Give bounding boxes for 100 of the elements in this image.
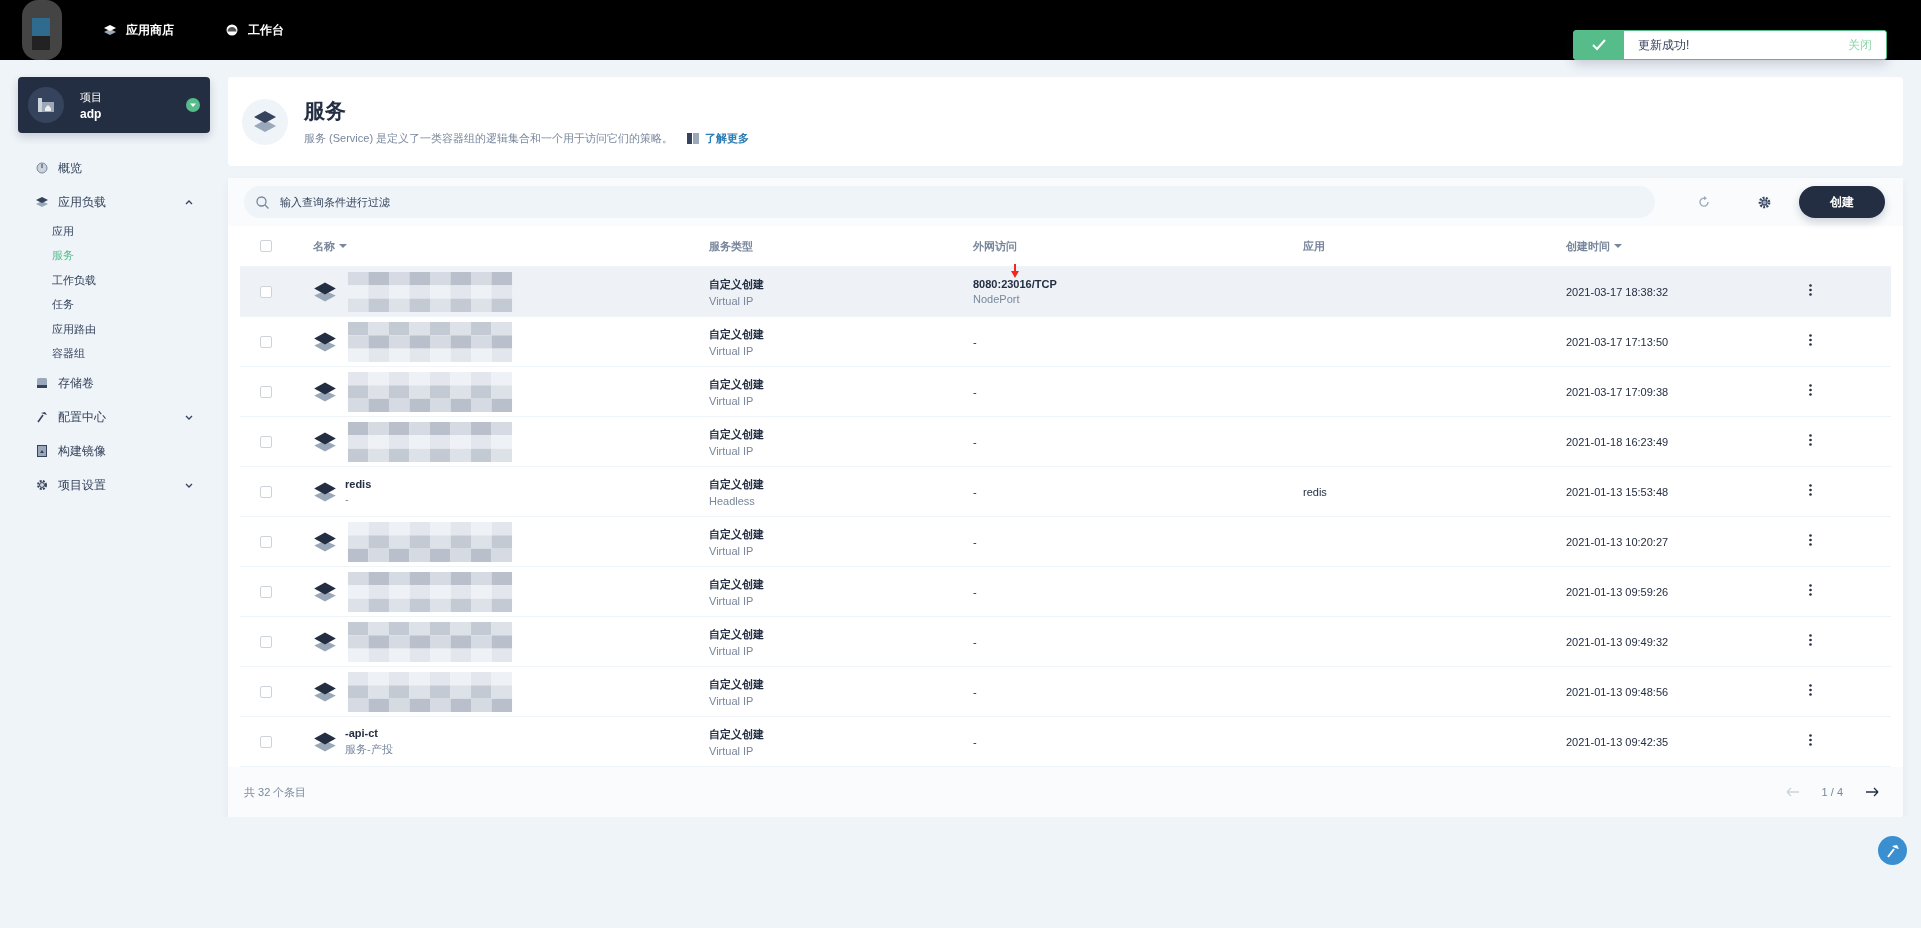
table-row[interactable]: 自定义创建 Virtual IP 8080:23016/TCP NodePort 2021-03-17 18:38:32: [240, 267, 1891, 317]
more-icon: [1809, 334, 1812, 346]
project-label: 项目: [80, 89, 103, 105]
search-field[interactable]: 输入查询条件进行过滤: [244, 186, 1655, 218]
service-type: 自定义创建: [709, 726, 765, 742]
created-time: 2021-03-17 17:09:38: [1566, 385, 1670, 398]
row-checkbox[interactable]: [260, 335, 272, 348]
sort-icon[interactable]: [339, 243, 347, 249]
access-port: -: [973, 685, 978, 698]
access-port: 8080:23016/TCP: [973, 278, 1058, 290]
more-icon: [1809, 534, 1812, 546]
row-checkbox[interactable]: [260, 685, 272, 698]
service-type: 自定义创建: [709, 526, 765, 542]
created-time: 2021-01-13 09:49:32: [1566, 635, 1670, 648]
more-icon: [1809, 684, 1812, 696]
page-title: 服务: [304, 98, 347, 124]
total-count: 共 32 个条目: [244, 784, 308, 800]
access-port: -: [973, 335, 978, 348]
sidebar-item[interactable]: 构建镜像: [18, 434, 210, 468]
access-port: -: [973, 585, 978, 598]
arrow-right-icon: [1865, 787, 1879, 797]
refresh-icon: [1698, 196, 1710, 208]
app-name: redis: [1303, 485, 1328, 498]
service-name[interactable]: -api-ct: [345, 726, 393, 739]
sort-icon[interactable]: [1614, 243, 1622, 249]
sidebar-item[interactable]: 存储卷: [18, 366, 210, 400]
created-time: 2021-03-17 18:38:32: [1566, 285, 1670, 298]
more-icon: [1809, 734, 1812, 746]
service-type: 自定义创建: [709, 276, 765, 292]
service-alias: -: [345, 493, 350, 505]
access-port: -: [973, 635, 978, 648]
row-checkbox[interactable]: [260, 485, 272, 498]
check-icon: [1592, 39, 1606, 51]
service-type: 自定义创建: [709, 476, 765, 492]
service-subtype: Virtual IP: [709, 344, 755, 357]
select-all-checkbox[interactable]: [260, 240, 272, 252]
service-subtype: Virtual IP: [709, 544, 755, 557]
page-indicator: 1 / 4: [1821, 786, 1843, 798]
image-icon: [36, 445, 48, 457]
access-port: -: [973, 385, 978, 398]
created-time: 2021-03-17 17:13:50: [1566, 335, 1670, 348]
more-icon: [1809, 384, 1812, 396]
layers-icon: [242, 98, 288, 145]
layers-icon: [104, 24, 116, 36]
nav-link[interactable]: 工作台: [226, 21, 284, 39]
sidebar-item[interactable]: 概览: [18, 151, 210, 185]
service-name[interactable]: redis: [345, 478, 372, 490]
sidebar-subitem[interactable]: 应用: [18, 219, 210, 244]
access-port: -: [973, 435, 978, 448]
service-type: 自定义创建: [709, 626, 765, 642]
dropdown-icon[interactable]: [186, 98, 200, 112]
sidebar-item[interactable]: 配置中心: [18, 400, 210, 434]
service-type: 自定义创建: [709, 326, 765, 342]
created-time: 2021-01-13 15:53:48: [1566, 485, 1670, 498]
sidebar-subitem[interactable]: 容器组: [18, 341, 210, 366]
hammer-icon: [36, 411, 48, 423]
access-port: -: [973, 485, 978, 498]
service-subtype: Virtual IP: [709, 394, 755, 407]
row-checkbox[interactable]: [260, 735, 272, 748]
project-name: adp: [80, 106, 103, 121]
service-subtype: Headless: [709, 494, 756, 507]
column-header: 外网访问: [973, 238, 1018, 254]
create-button[interactable]: 创建: [1799, 186, 1885, 218]
service-subtype: Virtual IP: [709, 594, 755, 607]
row-checkbox[interactable]: [260, 285, 272, 298]
row-checkbox[interactable]: [260, 635, 272, 648]
row-checkbox[interactable]: [260, 585, 272, 598]
sidebar-subitem[interactable]: 任务: [18, 292, 210, 317]
toast-message: 更新成功!: [1637, 36, 1691, 54]
sidebar-item[interactable]: 项目设置: [18, 468, 210, 502]
created-time: 2021-01-13 09:48:56: [1566, 685, 1670, 698]
service-type: 自定义创建: [709, 676, 765, 692]
access-port: -: [973, 735, 978, 748]
sidebar-item[interactable]: 应用负载: [18, 185, 210, 219]
created-time: 2021-01-13 09:59:26: [1566, 585, 1670, 598]
hammer-icon: [1885, 843, 1900, 858]
created-time: 2021-01-13 09:42:35: [1566, 735, 1670, 748]
row-checkbox[interactable]: [260, 385, 272, 398]
more-icon: [1809, 434, 1812, 446]
project-selector[interactable]: 项目 adp: [18, 77, 210, 133]
column-header[interactable]: 名称: [313, 238, 709, 254]
gauge-icon: [36, 162, 48, 174]
nav-link[interactable]: 应用商店: [104, 21, 174, 39]
more-icon: [1809, 484, 1812, 496]
sidebar-subitem[interactable]: 工作负载: [18, 268, 210, 293]
service-subtype: Virtual IP: [709, 444, 755, 457]
row-checkbox[interactable]: [260, 535, 272, 548]
row-checkbox[interactable]: [260, 435, 272, 448]
service-subtype: Virtual IP: [709, 744, 755, 757]
column-header[interactable]: 创建时间: [1566, 238, 1807, 254]
column-header: 应用: [1303, 238, 1326, 254]
more-icon: [1809, 634, 1812, 646]
toolbox-button[interactable]: [1878, 836, 1907, 865]
service-type: 自定义创建: [709, 426, 765, 442]
access-port: -: [973, 535, 978, 548]
service-type: 自定义创建: [709, 576, 765, 592]
page-description: 服务 (Service) 是定义了一类容器组的逻辑集合和一个用于访问它们的策略。: [304, 131, 674, 146]
learn-more-link[interactable]: 了解更多: [687, 131, 750, 146]
search-icon: [256, 196, 269, 209]
sidebar-subitem[interactable]: 应用路由: [18, 317, 210, 342]
